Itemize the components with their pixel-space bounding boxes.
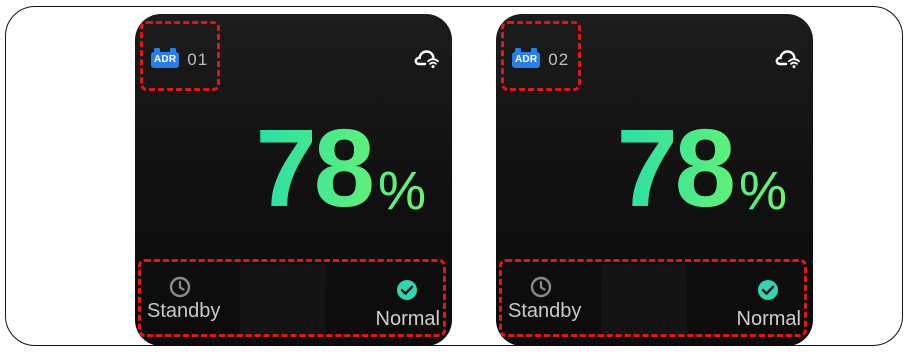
status-bar-highlight [138, 259, 446, 337]
status-bar-highlight [499, 259, 807, 337]
cloud-wifi-icon [775, 50, 800, 69]
device-id-highlight [140, 21, 220, 91]
value-unit: % [377, 161, 426, 221]
value-unit: % [738, 161, 787, 221]
device-id-highlight [501, 21, 581, 91]
value-number: 78 [255, 107, 375, 230]
percentage-value: 78 % [617, 114, 787, 224]
percentage-value: 78 % [256, 114, 426, 224]
cloud-wifi-icon [414, 50, 439, 69]
value-number: 78 [616, 107, 736, 230]
device-card-02[interactable]: ADR 02 78 % Standby Normal [496, 14, 813, 346]
device-card-01[interactable]: ADR 01 78 % Standby Normal [135, 14, 452, 346]
